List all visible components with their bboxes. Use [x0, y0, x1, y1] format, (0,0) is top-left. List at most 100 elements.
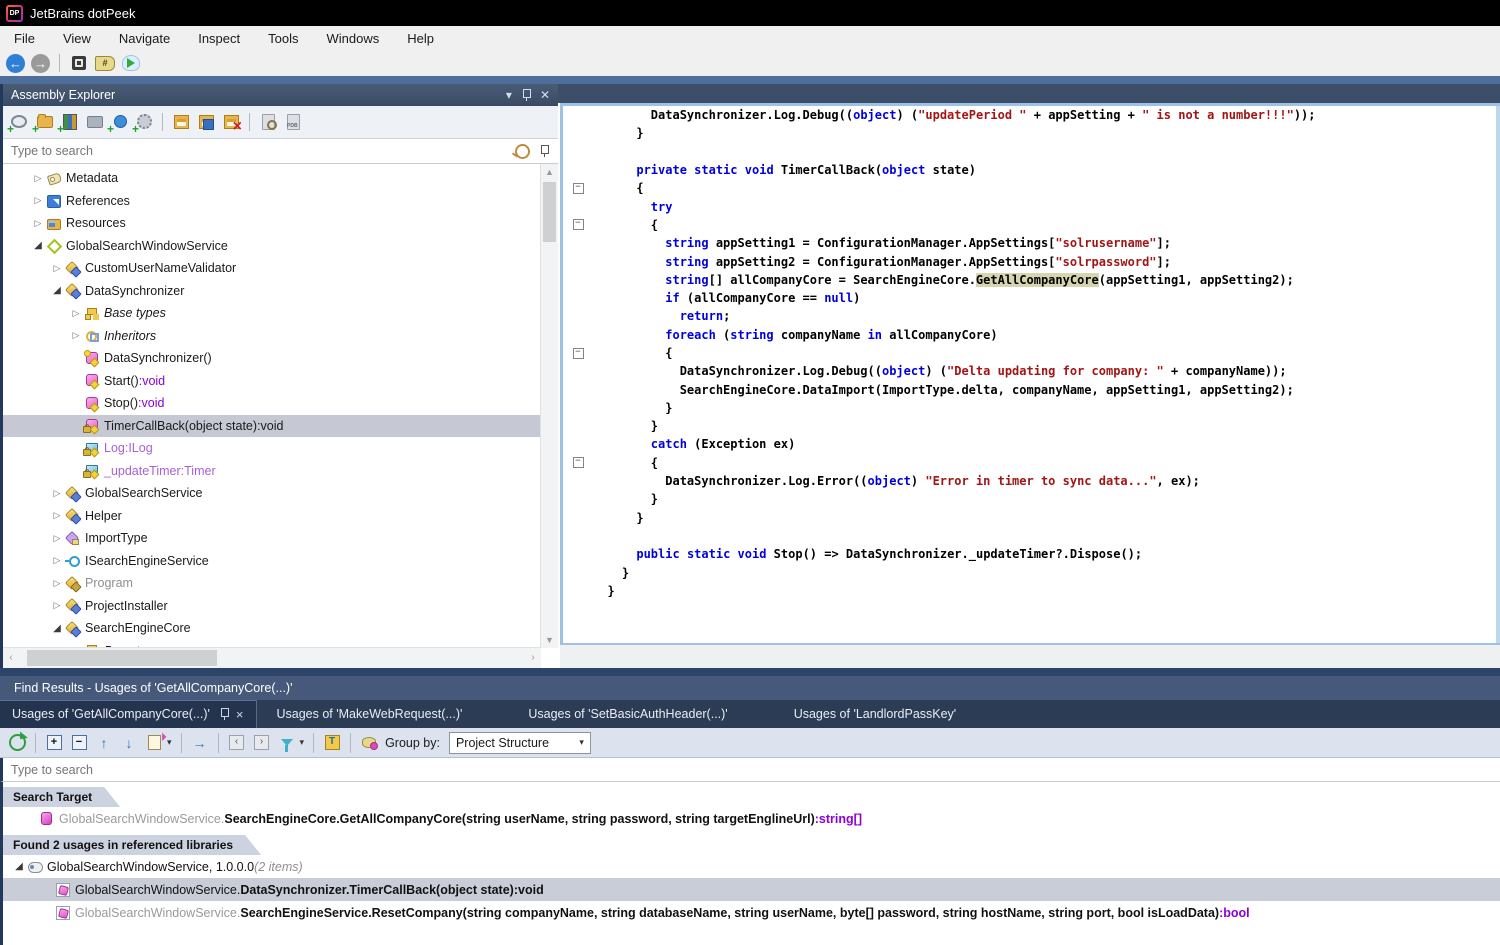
results-group-row[interactable]: ◢GlobalSearchWindowService, 1.0.0.0 (2 i… — [3, 855, 1500, 878]
tree-expander[interactable]: ◢ — [49, 623, 65, 634]
editor-horizontal-scrollbar[interactable] — [560, 643, 1500, 668]
open-recent-button[interactable] — [84, 112, 104, 132]
code-editor[interactable]: DataSynchronizer.Log.Debug((object) ("up… — [563, 106, 1496, 645]
export-dropdown-caret[interactable]: ▾ — [167, 737, 172, 748]
tree-item-datasynchronizer[interactable]: ◢DataSynchronizer — [3, 280, 541, 303]
previous-usage-button[interactable]: ↑ — [95, 734, 113, 752]
results-tab-2[interactable]: Usages of 'MakeWebRequest(...)' — [265, 700, 475, 728]
tree-expander[interactable]: ▷ — [49, 600, 65, 611]
fold-gutter[interactable]: − — [563, 457, 593, 468]
fold-marker-icon[interactable]: − — [573, 348, 584, 359]
tree-item-searchenginecore[interactable]: ◢SearchEngineCore — [3, 617, 541, 640]
results-tab-4[interactable]: Usages of 'LandlordPassKey' — [782, 700, 969, 728]
menu-file[interactable]: File — [0, 28, 49, 49]
refresh-button[interactable] — [8, 734, 26, 752]
tree-item-stop-[interactable]: Stop():void — [3, 392, 541, 415]
results-tab-1[interactable]: Usages of 'GetAllCompanyCore(...)'× — [0, 700, 257, 728]
panel-close-button[interactable]: ✕ — [540, 89, 550, 101]
process-explorer-button[interactable] — [69, 53, 89, 73]
open-folder-button[interactable] — [34, 112, 54, 132]
generate-pdb-button[interactable] — [283, 112, 303, 132]
next-usage-button[interactable]: ↓ — [120, 734, 138, 752]
tree-item-datasynchronizer-[interactable]: DataSynchronizer() — [3, 347, 541, 370]
tree-item-isearchengineservice[interactable]: ▷ISearchEngineService — [3, 550, 541, 573]
toggle-preview-button[interactable]: T — [323, 734, 341, 752]
tree-expander[interactable]: ▷ — [49, 263, 65, 274]
tree-item-log-ilog[interactable]: Log:ILog — [3, 437, 541, 460]
navigate-back-button[interactable]: ← — [6, 54, 25, 73]
tree-expander[interactable]: ▷ — [49, 578, 65, 589]
collapse-all-button[interactable]: − — [70, 734, 88, 752]
add-nuget-button[interactable] — [109, 112, 129, 132]
tree-expander[interactable]: ▷ — [49, 488, 65, 499]
filter-button[interactable] — [278, 734, 296, 752]
assembly-list-button[interactable] — [171, 112, 191, 132]
menu-help[interactable]: Help — [393, 28, 448, 49]
tree-expander[interactable]: ◢ — [30, 240, 46, 251]
csharp-tag-button[interactable]: # — [95, 53, 115, 73]
search-filter-icon[interactable] — [515, 144, 530, 159]
next-occurrence-button[interactable]: › — [253, 734, 271, 752]
tree-item-program[interactable]: ▷Program — [3, 572, 541, 595]
menu-view[interactable]: View — [49, 28, 105, 49]
attach-process-button[interactable] — [134, 112, 154, 132]
tree-item-timercallback-object-state-[interactable]: TimerCallBack(object state):void — [3, 415, 541, 438]
navigate-forward-button[interactable]: → — [31, 54, 50, 73]
menu-inspect[interactable]: Inspect — [184, 28, 254, 49]
results-usage-row[interactable]: GlobalSearchWindowService.DataSynchroniz… — [3, 878, 1500, 901]
tree-item-customusernamevalidator[interactable]: ▷CustomUserNameValidator — [3, 257, 541, 280]
menu-tools[interactable]: Tools — [254, 28, 312, 49]
dock-separator[interactable] — [0, 668, 1500, 676]
results-group-expander[interactable]: ◢ — [11, 861, 27, 872]
tree-expander[interactable]: ▷ — [68, 308, 84, 319]
tree-item-globalsearchservice[interactable]: ▷GlobalSearchService — [3, 482, 541, 505]
flatten-button[interactable]: → — [191, 734, 209, 752]
run-decompile-button[interactable] — [121, 53, 141, 73]
menu-navigate[interactable]: Navigate — [105, 28, 184, 49]
search-pin-icon[interactable] — [540, 145, 548, 157]
save-assembly-list-button[interactable] — [196, 112, 216, 132]
results-tab-3[interactable]: Usages of 'SetBasicAuthHeader(...)' — [516, 700, 739, 728]
tree-horizontal-scrollbar[interactable]: ‹ › — [3, 647, 541, 668]
tree-item-metadata[interactable]: ▷Metadata — [3, 167, 541, 190]
tree-expander[interactable]: ▷ — [49, 510, 65, 521]
menu-windows[interactable]: Windows — [313, 28, 394, 49]
tree-expander[interactable]: ▷ — [49, 555, 65, 566]
tree-item-projectinstaller[interactable]: ▷ProjectInstaller — [3, 595, 541, 618]
scroll-thumb-horizontal[interactable] — [27, 650, 217, 666]
results-search-input[interactable] — [3, 763, 1500, 777]
tree-expander[interactable]: ◢ — [49, 285, 65, 296]
group-by-select[interactable]: Project Structure ▾ — [449, 732, 591, 754]
tree-item-start-[interactable]: Start():void — [3, 370, 541, 393]
previous-occurrence-button[interactable]: ‹ — [228, 734, 246, 752]
tree-item-globalsearchwindowservice[interactable]: ◢GlobalSearchWindowService — [3, 235, 541, 258]
fold-gutter[interactable]: − — [563, 219, 593, 230]
tree-expander[interactable]: ▷ — [68, 330, 84, 341]
tree-item-base-types[interactable]: ▷Base types — [3, 302, 541, 325]
panel-menu-button[interactable]: ▾ — [506, 89, 512, 101]
panel-pin-button[interactable] — [522, 89, 530, 101]
expand-all-button[interactable]: + — [45, 734, 63, 752]
fold-gutter[interactable]: − — [563, 183, 593, 194]
tree-item-helper[interactable]: ▷Helper — [3, 505, 541, 528]
tree-vertical-scrollbar[interactable]: ▲ ▼ — [540, 164, 558, 648]
scroll-up-arrow[interactable]: ▲ — [541, 164, 558, 180]
tree-item-references[interactable]: ▷References — [3, 190, 541, 213]
add-from-gac-button[interactable] — [59, 112, 79, 132]
tree-expander[interactable]: ▷ — [30, 195, 46, 206]
scroll-left-arrow[interactable]: ‹ — [3, 648, 19, 668]
tree-expander[interactable]: ▷ — [30, 218, 46, 229]
export-button[interactable] — [145, 734, 163, 752]
scroll-thumb[interactable] — [543, 182, 556, 242]
fold-marker-icon[interactable]: − — [573, 219, 584, 230]
open-assembly-button[interactable] — [9, 112, 29, 132]
filter-dropdown-caret[interactable]: ▾ — [300, 737, 305, 748]
remove-assembly-list-button[interactable] — [221, 112, 241, 132]
tree-expander[interactable]: ▷ — [49, 533, 65, 544]
fold-marker-icon[interactable]: − — [573, 457, 584, 468]
fold-gutter[interactable]: − — [563, 348, 593, 359]
scroll-right-arrow[interactable]: › — [525, 648, 541, 668]
tab-close-icon[interactable]: × — [236, 707, 244, 722]
grouping-button[interactable] — [360, 734, 378, 752]
results-target-row[interactable]: GlobalSearchWindowService.SearchEngineCo… — [3, 807, 1500, 830]
